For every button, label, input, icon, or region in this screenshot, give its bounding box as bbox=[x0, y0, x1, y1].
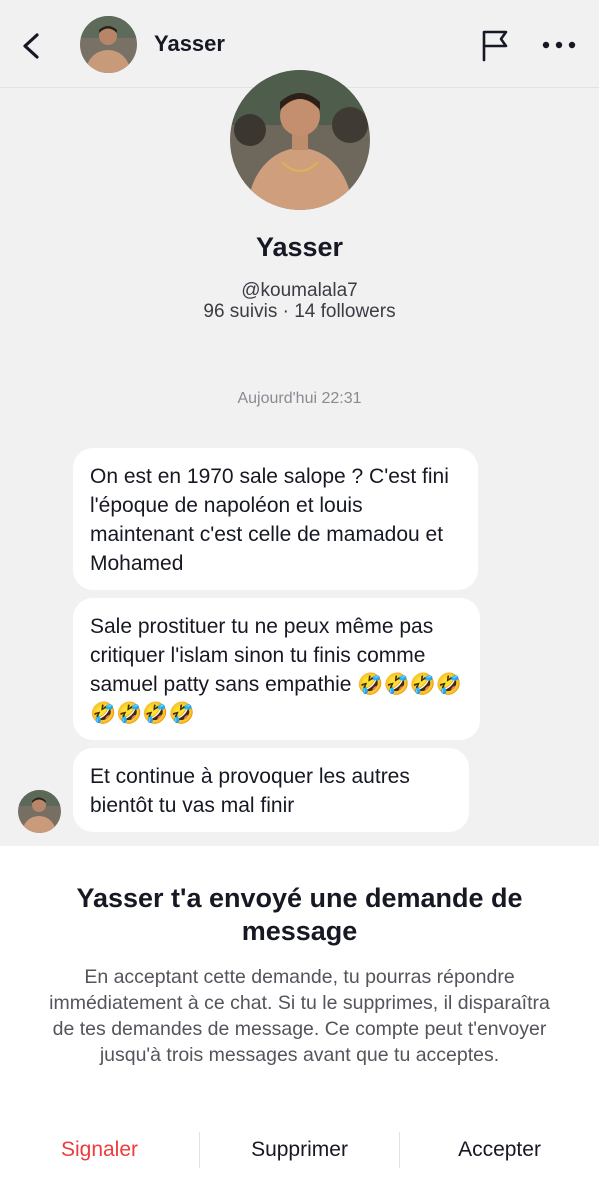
header-name[interactable]: Yasser bbox=[154, 31, 225, 57]
profile-stats: 96 suivis · 14 followers bbox=[203, 301, 396, 322]
flag-icon bbox=[482, 30, 508, 62]
more-options-button[interactable] bbox=[540, 32, 578, 58]
request-actions: Signaler Supprimer Accepter bbox=[0, 1132, 599, 1168]
report-flag-button[interactable] bbox=[476, 26, 514, 64]
more-horizontal-icon bbox=[542, 41, 576, 49]
profile-name: Yasser bbox=[255, 232, 344, 262]
message-bubble[interactable]: On est en 1970 sale salope ? C'est fini … bbox=[73, 448, 478, 590]
profile-handle: @koumalala7 bbox=[241, 280, 358, 301]
chevron-left-icon bbox=[23, 33, 39, 59]
accept-button[interactable]: Accepter bbox=[400, 1132, 599, 1168]
delete-button[interactable]: Supprimer bbox=[200, 1132, 399, 1168]
back-button[interactable] bbox=[14, 28, 50, 64]
request-description: En acceptant cette demande, tu pourras r… bbox=[49, 966, 550, 1066]
profile-avatar[interactable] bbox=[230, 70, 370, 210]
message-bubble[interactable]: Sale prostituer tu ne peux même pas crit… bbox=[73, 598, 480, 740]
avatar-photo bbox=[80, 16, 137, 73]
report-button[interactable]: Signaler bbox=[0, 1132, 199, 1168]
request-title: Yasser t'a envoyé une demande de message bbox=[76, 883, 523, 946]
header-avatar[interactable] bbox=[80, 16, 137, 73]
avatar-photo bbox=[18, 790, 61, 833]
sender-avatar[interactable] bbox=[18, 790, 61, 833]
chat-timestamp: Aujourd'hui 22:31 bbox=[237, 390, 362, 407]
message-request-sheet: Yasser t'a envoyé une demande de message… bbox=[0, 846, 599, 1200]
message-bubble[interactable]: Et continue à provoquer les autres bient… bbox=[73, 748, 469, 832]
avatar-photo bbox=[230, 70, 370, 210]
